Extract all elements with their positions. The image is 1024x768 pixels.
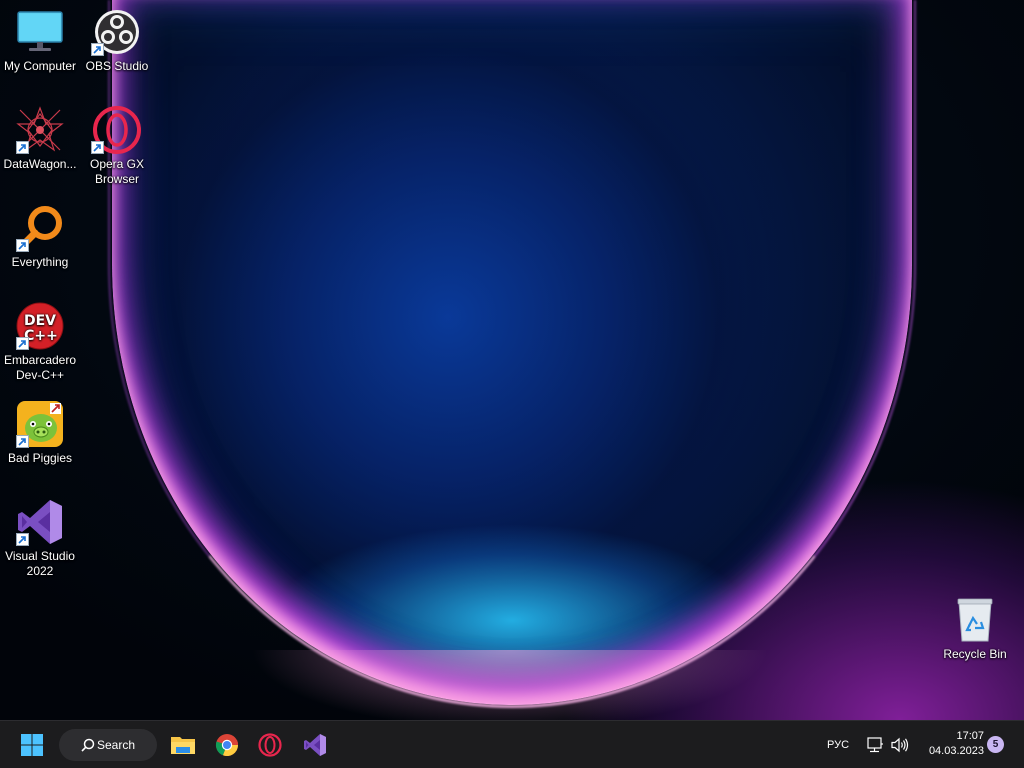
- desktop-icon-label: Bad Piggies: [7, 451, 73, 465]
- everything-search-icon: [16, 204, 64, 252]
- speaker-volume-icon: [891, 737, 909, 753]
- wallpaper-glow: [250, 650, 770, 720]
- file-explorer-icon: [171, 737, 195, 754]
- visual-studio-icon: [16, 498, 64, 546]
- desktop-icon-label: Everything: [11, 255, 69, 269]
- chrome-icon: [215, 734, 239, 757]
- shortcut-arrow-icon: [16, 239, 29, 252]
- desktop-icon-datawagon[interactable]: DataWagon...: [0, 106, 80, 172]
- shortcut-arrow-icon: [91, 141, 104, 154]
- clock-date: 04.03.2023: [928, 745, 984, 757]
- volume-button[interactable]: [889, 727, 911, 763]
- opera-gx-icon: [258, 733, 282, 757]
- desktop-icon-label: Recycle Bin: [943, 647, 1007, 661]
- bad-piggies-icon: [16, 400, 64, 448]
- shortcut-arrow-icon: [16, 337, 29, 350]
- wallpaper-bloom-rim: [108, 0, 916, 708]
- desktop-icon-label: My Computer: [3, 59, 77, 73]
- search-icon: [81, 738, 95, 752]
- desktop-icon-visual-studio[interactable]: Visual Studio 2022: [0, 498, 80, 579]
- notification-badge[interactable]: 5: [987, 736, 1004, 753]
- search-label: Search: [97, 738, 136, 752]
- shortcut-arrow-icon: [16, 141, 29, 154]
- taskbar-opera-gx[interactable]: [252, 727, 288, 763]
- desktop-icon-label: DataWagon...: [3, 157, 77, 171]
- network-status-button[interactable]: [864, 727, 886, 763]
- devcpp-icon: DEV C++: [16, 302, 64, 350]
- recycle-bin-icon: [951, 596, 999, 644]
- obs-studio-icon: [91, 8, 141, 56]
- opera-gx-icon: [91, 106, 141, 154]
- shortcut-arrow-icon: [91, 43, 104, 56]
- taskbar-chrome[interactable]: [209, 727, 245, 763]
- desktop-icon-obs-studio[interactable]: OBS Studio: [77, 8, 157, 74]
- desktop-icon-my-computer[interactable]: My Computer: [0, 8, 80, 74]
- taskbar: Search РУС 17:07 04.03.2023: [0, 720, 1024, 768]
- monitor-icon: [16, 8, 64, 56]
- input-language-indicator[interactable]: РУС: [827, 739, 849, 751]
- network-wired-icon: [867, 737, 883, 753]
- desktop-icon-label: Opera GX Browser: [89, 157, 145, 186]
- taskbar-search-button[interactable]: Search: [59, 729, 157, 761]
- datawagon-icon: [16, 106, 64, 154]
- taskbar-file-explorer[interactable]: [165, 727, 201, 763]
- desktop-icon-opera-gx[interactable]: Opera GX Browser: [77, 106, 157, 187]
- desktop-icon-recycle-bin[interactable]: Recycle Bin: [935, 596, 1015, 662]
- windows-start-icon: [21, 734, 43, 756]
- clock-time: 17:07: [956, 730, 984, 742]
- shortcut-arrow-icon: [16, 435, 29, 448]
- start-button[interactable]: [14, 727, 50, 763]
- desktop-icon-label: Embarcadero Dev-C++: [3, 353, 77, 382]
- taskbar-visual-studio[interactable]: [297, 727, 333, 763]
- shortcut-arrow-icon: [16, 533, 29, 546]
- devcpp-logo-text: DEV: [24, 313, 56, 329]
- visual-studio-icon: [304, 734, 326, 756]
- system-clock[interactable]: 17:07 04.03.2023: [918, 729, 984, 759]
- desktop-icon-bad-piggies[interactable]: Bad Piggies: [0, 400, 80, 466]
- devcpp-logo-text: C++: [24, 328, 58, 344]
- desktop-icon-label: OBS Studio: [85, 59, 149, 73]
- desktop-icon-label: Visual Studio 2022: [5, 549, 75, 578]
- desktop-icon-everything[interactable]: Everything: [0, 204, 80, 270]
- desktop-icon-devcpp[interactable]: DEV C++ Embarcadero Dev-C++: [0, 302, 80, 383]
